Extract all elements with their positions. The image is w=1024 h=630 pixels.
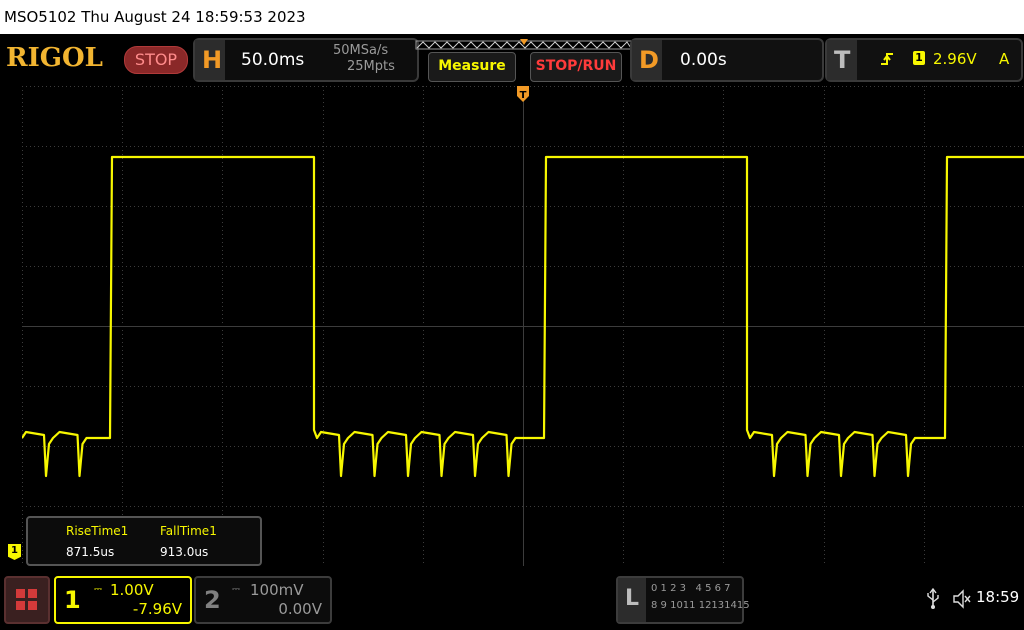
sample-rate: 50MSa/s bbox=[333, 43, 389, 58]
horizontal-letter: H bbox=[202, 46, 223, 74]
timebase-value: 50.0ms bbox=[241, 50, 305, 70]
top-status-bar: RIGOL STOP H 50.0ms 50MSa/s 25Mpts Measu… bbox=[0, 34, 1024, 86]
delay-value: 0.00s bbox=[680, 50, 727, 70]
channel-1-coupling-icon: ⎓ bbox=[94, 584, 102, 595]
trigger-position-label: T bbox=[520, 90, 527, 101]
channel-2-coupling-icon: ⎓ bbox=[232, 584, 240, 595]
trigger-mode: A bbox=[999, 50, 1010, 68]
waveform-grid: T bbox=[21, 86, 1024, 567]
logic-letter: L bbox=[625, 586, 640, 611]
logic-panel[interactable]: L 0 1 2 3 4 5 6 7 8 9 1011 12131415 bbox=[616, 576, 750, 624]
main-menu-icon bbox=[16, 589, 37, 610]
logic-channels-row-1: 0 1 2 3 4 5 6 7 bbox=[651, 583, 731, 594]
delay-letter: D bbox=[639, 46, 659, 74]
horizontal-panel[interactable]: H 50.0ms 50MSa/s 25Mpts bbox=[193, 38, 419, 82]
measurement-header-1: RiseTime1 bbox=[66, 524, 129, 538]
trigger-position-marker: T bbox=[517, 86, 529, 102]
channel-2-panel[interactable]: 2 ⎓ 100mV 0.00V bbox=[194, 576, 332, 624]
stop-run-button[interactable]: STOP/RUN bbox=[530, 52, 622, 82]
channel-1-ground-marker[interactable]: 1 bbox=[8, 544, 21, 560]
logic-channels-row-2: 8 9 1011 12131415 bbox=[651, 600, 750, 611]
run-state-badge[interactable]: STOP bbox=[124, 46, 188, 74]
channel-2-number: 2 bbox=[204, 586, 221, 614]
trigger-level: 2.96V bbox=[933, 50, 977, 68]
measurement-value-1: 871.5us bbox=[66, 545, 115, 559]
measurement-panel[interactable]: RiseTime1 FallTime1 871.5us 913.0us bbox=[26, 516, 262, 566]
speaker-muted-icon[interactable] bbox=[952, 588, 972, 614]
memory-depth: 25Mpts bbox=[347, 59, 395, 74]
channel-1-offset: -7.96V bbox=[132, 600, 182, 618]
trigger-letter: T bbox=[834, 46, 851, 74]
channel-2-offset: 0.00V bbox=[278, 600, 322, 618]
usb-icon bbox=[926, 587, 940, 614]
channel-1-ground-label: 1 bbox=[11, 545, 18, 556]
trigger-edge-icon bbox=[879, 50, 895, 72]
oscilloscope-screen: RIGOL STOP H 50.0ms 50MSa/s 25Mpts Measu… bbox=[0, 34, 1024, 630]
window-title-bar: MSO5102 Thu August 24 18:59:53 2023 bbox=[0, 0, 1024, 34]
channel-2-scale: 100mV bbox=[250, 581, 304, 599]
memory-overview-graphic bbox=[415, 39, 633, 50]
memory-overview bbox=[414, 36, 634, 50]
main-menu-button[interactable] bbox=[4, 576, 50, 624]
window-title: MSO5102 Thu August 24 18:59:53 2023 bbox=[4, 8, 306, 26]
waveform-display[interactable]: T bbox=[21, 86, 1024, 567]
stop-run-button-label: STOP/RUN bbox=[535, 58, 617, 74]
system-clock: 18:59 bbox=[976, 588, 1020, 606]
channel-1-scale: 1.00V bbox=[110, 581, 154, 599]
rigol-logo: RIGOL bbox=[6, 43, 103, 73]
channel-1-panel[interactable]: 1 ⎓ 1.00V -7.96V bbox=[54, 576, 192, 624]
channel-1-number: 1 bbox=[64, 586, 81, 614]
trigger-source-badge: 1 bbox=[913, 51, 925, 65]
measurement-value-2: 913.0us bbox=[160, 545, 209, 559]
trigger-panel[interactable]: T 1 2.96V A bbox=[825, 38, 1023, 82]
bottom-status-bar: 1 ⎓ 1.00V -7.96V 2 ⎓ 100mV 0.00V L 0 1 2… bbox=[0, 570, 1024, 630]
measure-button-label: Measure bbox=[438, 58, 506, 74]
measure-button[interactable]: Measure bbox=[428, 52, 516, 82]
delay-panel[interactable]: D 0.00s bbox=[630, 38, 824, 82]
measurement-header-2: FallTime1 bbox=[160, 524, 217, 538]
